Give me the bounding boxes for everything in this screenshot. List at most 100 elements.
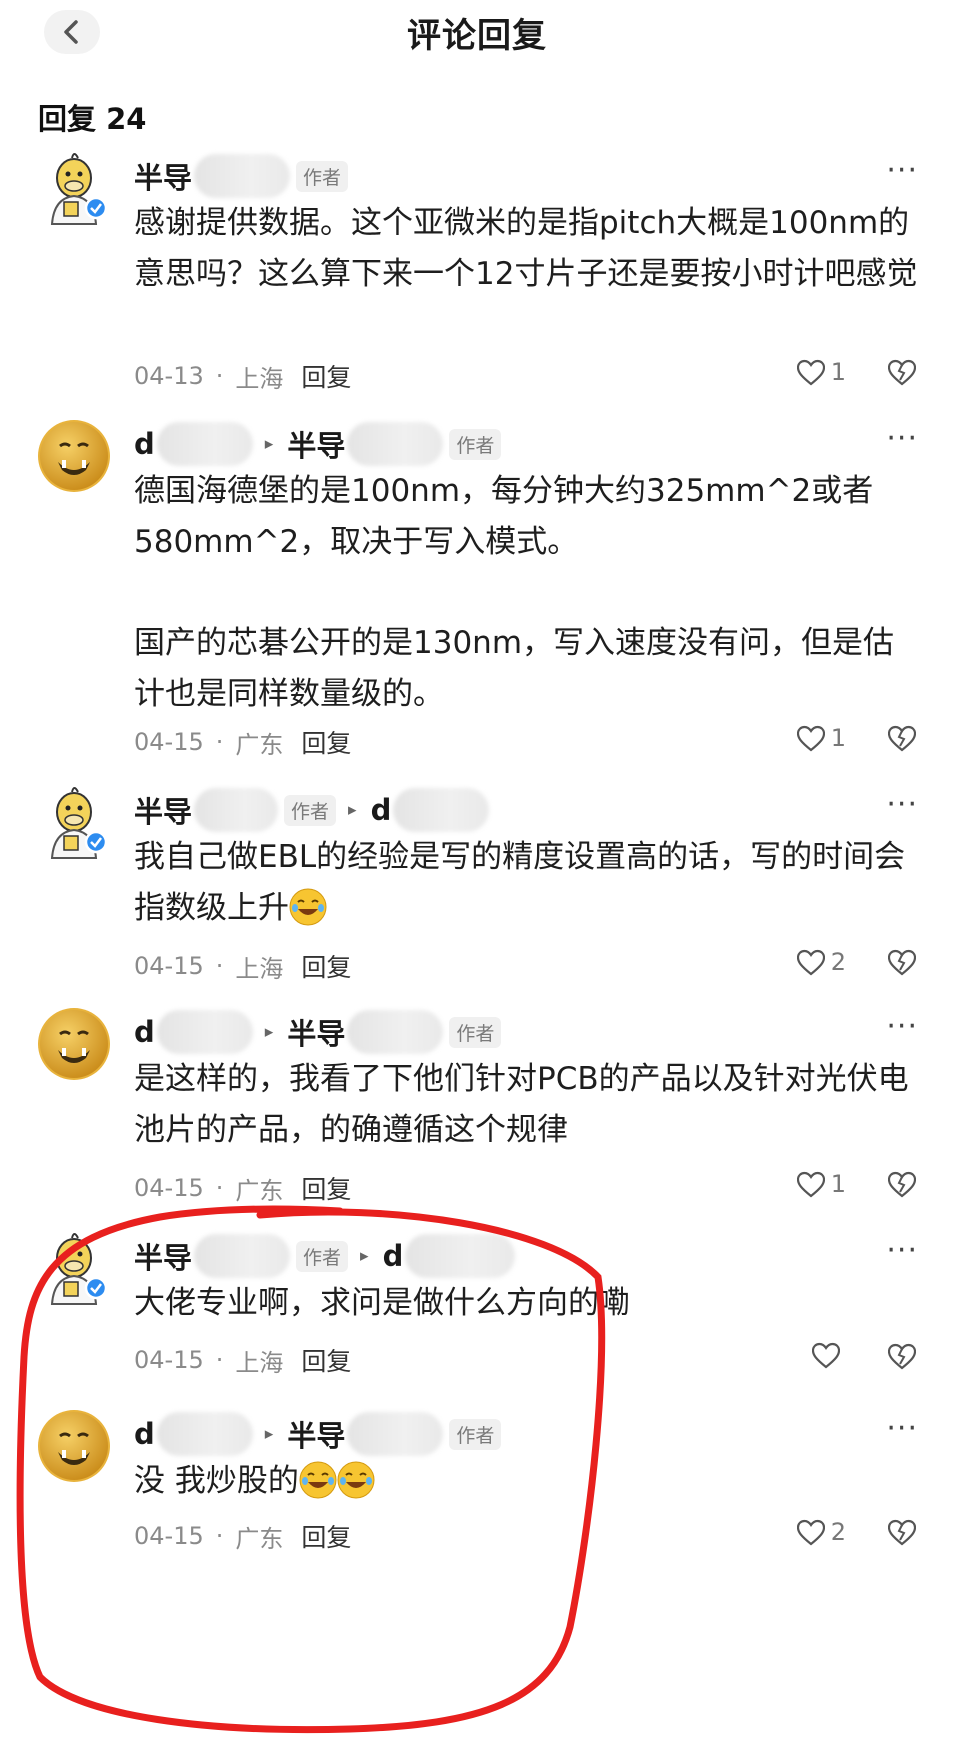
comment-text: 感谢提供数据。这个亚微米的是指pitch大概是100nm的意思吗？这么算下来一个…: [134, 205, 918, 292]
reply-to-username[interactable]: d: [383, 1239, 404, 1273]
separator: ·: [215, 952, 224, 980]
reply-arrow-icon: ▸: [264, 1424, 274, 1444]
comment-date: 04-15: [134, 1346, 204, 1374]
more-dots-icon[interactable]: ···: [886, 790, 918, 820]
avatar[interactable]: [36, 1230, 112, 1306]
comment-header: 半导 作者: [134, 154, 349, 198]
comment-meta: 04-15 · 广东 回复: [134, 1170, 351, 1206]
reply-to-username[interactable]: 半导: [287, 1413, 345, 1455]
reply-to-username[interactable]: 半导: [287, 1011, 345, 1053]
comment-date: 04-15: [134, 952, 204, 980]
like-button[interactable]: 2: [796, 1518, 846, 1546]
comment-text: 德国海德堡的是100nm，每分钟大约325mm^2或者580mm^2，取决于写入…: [134, 473, 874, 560]
author-tag: 作者: [284, 794, 337, 826]
username-blur: [156, 1010, 253, 1054]
username-blur: [347, 1412, 444, 1456]
comment-location: 广东: [235, 1524, 284, 1553]
comment-header: d ▸ 半导 作者: [134, 422, 502, 466]
like-button[interactable]: [812, 1342, 846, 1369]
top-bar: 评论回复: [0, 0, 954, 70]
heart-icon: [796, 1171, 825, 1197]
comment-meta: 04-13 · 上海 回复: [134, 358, 351, 394]
comment-date: 04-15: [134, 1174, 204, 1202]
dislike-icon[interactable]: [888, 948, 916, 976]
comment-text-content: 没 我炒股的: [134, 1463, 299, 1499]
reply-to-username[interactable]: d: [371, 793, 392, 827]
comment-date: 04-13: [134, 362, 204, 390]
reply-arrow-icon: ▸: [264, 1022, 274, 1042]
avatar[interactable]: [36, 1006, 112, 1082]
dislike-icon[interactable]: [888, 1170, 916, 1198]
comment-text-paragraph-2: 国产的芯碁公开的是130nm，写入速度没有问，但是估计也是同样数量级的。: [134, 625, 895, 712]
heart-icon: [796, 725, 825, 751]
reply-button[interactable]: 回复: [301, 1518, 351, 1554]
like-count: 1: [830, 1170, 846, 1198]
like-count: 2: [830, 1518, 846, 1546]
separator: ·: [215, 1522, 224, 1550]
dislike-icon[interactable]: [888, 1518, 916, 1546]
dislike-icon[interactable]: [888, 1342, 916, 1370]
username[interactable]: 半导: [134, 1235, 192, 1277]
separator: ·: [215, 728, 224, 756]
comment-text-content: 我自己做EBL的经验是写的精度设置高的话，写的时间会指数级上升: [134, 839, 906, 926]
heart-icon: [796, 1519, 825, 1545]
author-tag: 作者: [449, 428, 502, 460]
comment-location: 上海: [235, 1348, 284, 1377]
comment-location: 广东: [235, 730, 284, 759]
comment-meta: 04-15 · 上海 回复: [134, 1342, 351, 1378]
more-dots-icon[interactable]: ···: [886, 424, 918, 454]
laughing-emoji-icon: [336, 1461, 375, 1499]
laughing-emoji-icon: [298, 1461, 337, 1499]
like-button[interactable]: 1: [796, 1170, 846, 1198]
more-dots-icon[interactable]: ···: [886, 1414, 918, 1444]
reply-button[interactable]: 回复: [301, 358, 351, 394]
dislike-icon[interactable]: [888, 358, 916, 386]
more-dots-icon[interactable]: ···: [886, 156, 918, 186]
like-button[interactable]: 2: [796, 948, 846, 976]
like-count: 1: [830, 358, 846, 386]
username-blur: [194, 1234, 291, 1278]
reply-button[interactable]: 回复: [301, 948, 351, 984]
separator: ·: [215, 1346, 224, 1374]
reply-count: 回复 24: [38, 102, 147, 136]
heart-icon: [812, 1342, 840, 1369]
page-title: 评论回复: [407, 16, 547, 56]
avatar[interactable]: [36, 1408, 112, 1484]
like-button[interactable]: 1: [796, 358, 846, 386]
comment-header: d ▸ 半导 作者: [134, 1412, 502, 1456]
more-dots-icon[interactable]: ···: [886, 1236, 918, 1266]
comment-meta: 04-15 · 广东 回复: [134, 1518, 351, 1554]
reply-button[interactable]: 回复: [301, 1342, 351, 1378]
separator: ·: [215, 362, 224, 390]
comment-meta: 04-15 · 上海 回复: [134, 948, 351, 984]
reply-button[interactable]: 回复: [301, 1170, 351, 1206]
like-button[interactable]: 1: [796, 724, 846, 752]
author-tag: 作者: [449, 1418, 502, 1450]
reply-button[interactable]: 回复: [301, 724, 351, 760]
avatar[interactable]: [36, 784, 112, 860]
username[interactable]: 半导: [134, 155, 192, 197]
more-dots-icon[interactable]: ···: [886, 1012, 918, 1042]
avatar[interactable]: [36, 150, 112, 226]
reply-arrow-icon: ▸: [264, 434, 274, 454]
author-tag: 作者: [296, 1240, 349, 1272]
comment-date: 04-15: [134, 1522, 204, 1550]
author-tag: 作者: [296, 160, 349, 192]
laughing-emoji-icon: [289, 888, 327, 926]
comment-meta: 04-15 · 广东 回复: [134, 724, 351, 760]
username[interactable]: d: [134, 427, 155, 461]
dislike-icon[interactable]: [888, 724, 916, 752]
separator: ·: [215, 1174, 224, 1202]
avatar[interactable]: [36, 418, 112, 494]
reply-arrow-icon: ▸: [360, 1246, 369, 1266]
comment-text: 是这样的，我看了下他们针对PCB的产品以及针对光伏电池片的产品，的确遵循这个规律: [134, 1061, 909, 1148]
username[interactable]: d: [134, 1015, 155, 1049]
author-tag: 作者: [449, 1016, 502, 1048]
username-blur: [393, 788, 490, 832]
username[interactable]: 半导: [134, 789, 192, 831]
comment-location: 上海: [235, 364, 284, 393]
username[interactable]: d: [134, 1417, 155, 1451]
heart-icon: [796, 949, 825, 975]
comment-location: 广东: [235, 1176, 284, 1205]
reply-to-username[interactable]: 半导: [287, 423, 345, 465]
